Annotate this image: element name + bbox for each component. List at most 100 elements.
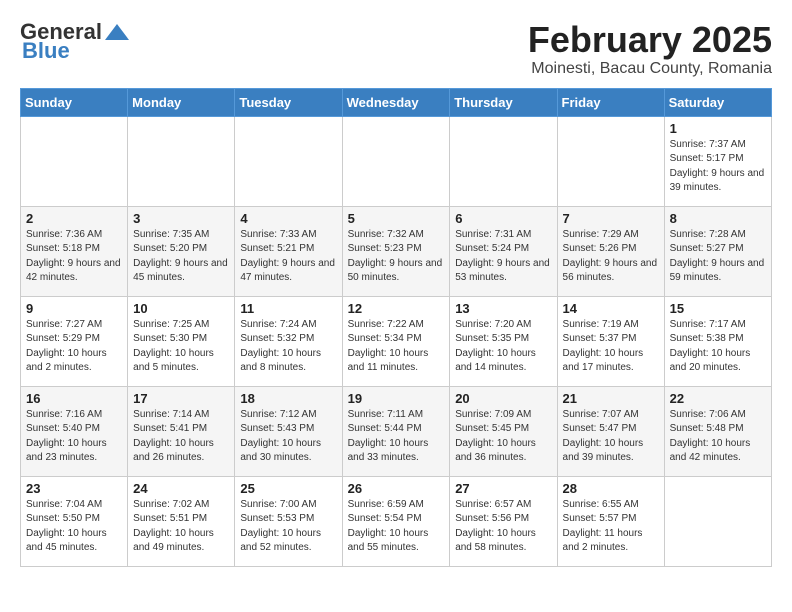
title-block: February 2025 Moinesti, Bacau County, Ro… [528, 20, 772, 78]
day-info: Sunrise: 7:06 AM Sunset: 5:48 PM Dayligh… [670, 408, 766, 466]
calendar-cell: 4 Sunrise: 7:33 AM Sunset: 5:21 PM Daylig… [235, 206, 342, 296]
calendar-cell [557, 116, 664, 206]
calendar-cell: 21 Sunrise: 7:07 AM Sunset: 5:47 PM Dayli… [557, 386, 664, 476]
day-info: Sunrise: 7:31 AM Sunset: 5:24 PM Dayligh… [455, 228, 551, 286]
day-number: 28 [563, 481, 659, 496]
calendar-header-row: SundayMondayTuesdayWednesdayThursdayFrid… [21, 88, 772, 116]
day-info: Sunrise: 7:04 AM Sunset: 5:50 PM Dayligh… [26, 498, 122, 556]
calendar-cell [342, 116, 450, 206]
day-number: 18 [240, 391, 336, 406]
calendar-cell: 13 Sunrise: 7:20 AM Sunset: 5:35 PM Dayli… [450, 296, 557, 386]
day-number: 15 [670, 301, 766, 316]
calendar-cell: 27 Sunrise: 6:57 AM Sunset: 5:56 PM Dayli… [450, 476, 557, 566]
day-number: 14 [563, 301, 659, 316]
day-number: 23 [26, 481, 122, 496]
day-number: 4 [240, 211, 336, 226]
calendar-week-row: 23 Sunrise: 7:04 AM Sunset: 5:50 PM Dayli… [21, 476, 772, 566]
day-header-thursday: Thursday [450, 88, 557, 116]
day-info: Sunrise: 7:22 AM Sunset: 5:34 PM Dayligh… [348, 318, 445, 376]
day-info: Sunrise: 7:37 AM Sunset: 5:17 PM Dayligh… [670, 138, 766, 196]
day-info: Sunrise: 7:07 AM Sunset: 5:47 PM Dayligh… [563, 408, 659, 466]
day-info: Sunrise: 7:25 AM Sunset: 5:30 PM Dayligh… [133, 318, 229, 376]
day-info: Sunrise: 6:59 AM Sunset: 5:54 PM Dayligh… [348, 498, 445, 556]
calendar-cell: 1 Sunrise: 7:37 AM Sunset: 5:17 PM Daylig… [664, 116, 771, 206]
day-number: 25 [240, 481, 336, 496]
day-info: Sunrise: 7:32 AM Sunset: 5:23 PM Dayligh… [348, 228, 445, 286]
day-header-wednesday: Wednesday [342, 88, 450, 116]
calendar-cell: 8Sunrise: 7:28 AM Sunset: 5:27 PM Daylig… [664, 206, 771, 296]
day-info: Sunrise: 7:20 AM Sunset: 5:35 PM Dayligh… [455, 318, 551, 376]
day-number: 8 [670, 211, 766, 226]
calendar-cell: 12 Sunrise: 7:22 AM Sunset: 5:34 PM Dayli… [342, 296, 450, 386]
day-header-friday: Friday [557, 88, 664, 116]
day-info: Sunrise: 6:55 AM Sunset: 5:57 PM Dayligh… [563, 498, 659, 556]
calendar-cell: 18 Sunrise: 7:12 AM Sunset: 5:43 PM Dayli… [235, 386, 342, 476]
calendar-cell [450, 116, 557, 206]
calendar-cell: 11 Sunrise: 7:24 AM Sunset: 5:32 PM Dayli… [235, 296, 342, 386]
calendar-cell: 20 Sunrise: 7:09 AM Sunset: 5:45 PM Dayli… [450, 386, 557, 476]
calendar-week-row: 16Sunrise: 7:16 AM Sunset: 5:40 PM Dayli… [21, 386, 772, 476]
day-info: Sunrise: 7:14 AM Sunset: 5:41 PM Dayligh… [133, 408, 229, 466]
calendar-week-row: 1 Sunrise: 7:37 AM Sunset: 5:17 PM Daylig… [21, 116, 772, 206]
day-number: 2 [26, 211, 122, 226]
day-info: Sunrise: 7:02 AM Sunset: 5:51 PM Dayligh… [133, 498, 229, 556]
day-info: Sunrise: 7:00 AM Sunset: 5:53 PM Dayligh… [240, 498, 336, 556]
day-number: 6 [455, 211, 551, 226]
logo-blue-text: Blue [20, 38, 70, 64]
day-info: Sunrise: 7:27 AM Sunset: 5:29 PM Dayligh… [26, 318, 122, 376]
day-info: Sunrise: 7:33 AM Sunset: 5:21 PM Dayligh… [240, 228, 336, 286]
calendar-cell: 16Sunrise: 7:16 AM Sunset: 5:40 PM Dayli… [21, 386, 128, 476]
day-number: 1 [670, 121, 766, 136]
logo-icon [103, 22, 131, 44]
calendar-cell [235, 116, 342, 206]
calendar-cell: 5 Sunrise: 7:32 AM Sunset: 5:23 PM Daylig… [342, 206, 450, 296]
calendar-cell: 25 Sunrise: 7:00 AM Sunset: 5:53 PM Dayli… [235, 476, 342, 566]
day-number: 24 [133, 481, 229, 496]
day-info: Sunrise: 7:09 AM Sunset: 5:45 PM Dayligh… [455, 408, 551, 466]
calendar-cell: 3Sunrise: 7:35 AM Sunset: 5:20 PM Daylig… [128, 206, 235, 296]
day-info: Sunrise: 6:57 AM Sunset: 5:56 PM Dayligh… [455, 498, 551, 556]
calendar-week-row: 2 Sunrise: 7:36 AM Sunset: 5:18 PM Daylig… [21, 206, 772, 296]
calendar-cell [21, 116, 128, 206]
day-header-monday: Monday [128, 88, 235, 116]
calendar-cell: 14 Sunrise: 7:19 AM Sunset: 5:37 PM Dayli… [557, 296, 664, 386]
calendar-cell: 15Sunrise: 7:17 AM Sunset: 5:38 PM Dayli… [664, 296, 771, 386]
calendar-cell: 24 Sunrise: 7:02 AM Sunset: 5:51 PM Dayli… [128, 476, 235, 566]
calendar-cell: 6 Sunrise: 7:31 AM Sunset: 5:24 PM Daylig… [450, 206, 557, 296]
page-header: General Blue February 2025 Moinesti, Bac… [20, 20, 772, 78]
day-info: Sunrise: 7:16 AM Sunset: 5:40 PM Dayligh… [26, 408, 122, 466]
calendar-cell [128, 116, 235, 206]
calendar-cell: 7 Sunrise: 7:29 AM Sunset: 5:26 PM Daylig… [557, 206, 664, 296]
day-number: 20 [455, 391, 551, 406]
page-subtitle: Moinesti, Bacau County, Romania [528, 60, 772, 78]
day-info: Sunrise: 7:35 AM Sunset: 5:20 PM Dayligh… [133, 228, 229, 286]
day-number: 9 [26, 301, 122, 316]
calendar-cell: 17 Sunrise: 7:14 AM Sunset: 5:41 PM Dayli… [128, 386, 235, 476]
calendar-cell: 26 Sunrise: 6:59 AM Sunset: 5:54 PM Dayli… [342, 476, 450, 566]
day-info: Sunrise: 7:36 AM Sunset: 5:18 PM Dayligh… [26, 228, 122, 286]
page-title: February 2025 [528, 20, 772, 60]
day-number: 21 [563, 391, 659, 406]
day-info: Sunrise: 7:11 AM Sunset: 5:44 PM Dayligh… [348, 408, 445, 466]
calendar-cell: 2 Sunrise: 7:36 AM Sunset: 5:18 PM Daylig… [21, 206, 128, 296]
day-info: Sunrise: 7:19 AM Sunset: 5:37 PM Dayligh… [563, 318, 659, 376]
day-number: 26 [348, 481, 445, 496]
day-number: 19 [348, 391, 445, 406]
calendar-cell: 23 Sunrise: 7:04 AM Sunset: 5:50 PM Dayli… [21, 476, 128, 566]
calendar-cell: 28 Sunrise: 6:55 AM Sunset: 5:57 PM Dayli… [557, 476, 664, 566]
calendar-table: SundayMondayTuesdayWednesdayThursdayFrid… [20, 88, 772, 567]
day-number: 5 [348, 211, 445, 226]
day-number: 12 [348, 301, 445, 316]
calendar-cell: 22Sunrise: 7:06 AM Sunset: 5:48 PM Dayli… [664, 386, 771, 476]
day-number: 27 [455, 481, 551, 496]
calendar-cell: 9 Sunrise: 7:27 AM Sunset: 5:29 PM Daylig… [21, 296, 128, 386]
day-info: Sunrise: 7:24 AM Sunset: 5:32 PM Dayligh… [240, 318, 336, 376]
day-number: 10 [133, 301, 229, 316]
day-number: 7 [563, 211, 659, 226]
day-info: Sunrise: 7:12 AM Sunset: 5:43 PM Dayligh… [240, 408, 336, 466]
calendar-cell [664, 476, 771, 566]
day-info: Sunrise: 7:29 AM Sunset: 5:26 PM Dayligh… [563, 228, 659, 286]
day-number: 13 [455, 301, 551, 316]
day-number: 17 [133, 391, 229, 406]
day-number: 11 [240, 301, 336, 316]
